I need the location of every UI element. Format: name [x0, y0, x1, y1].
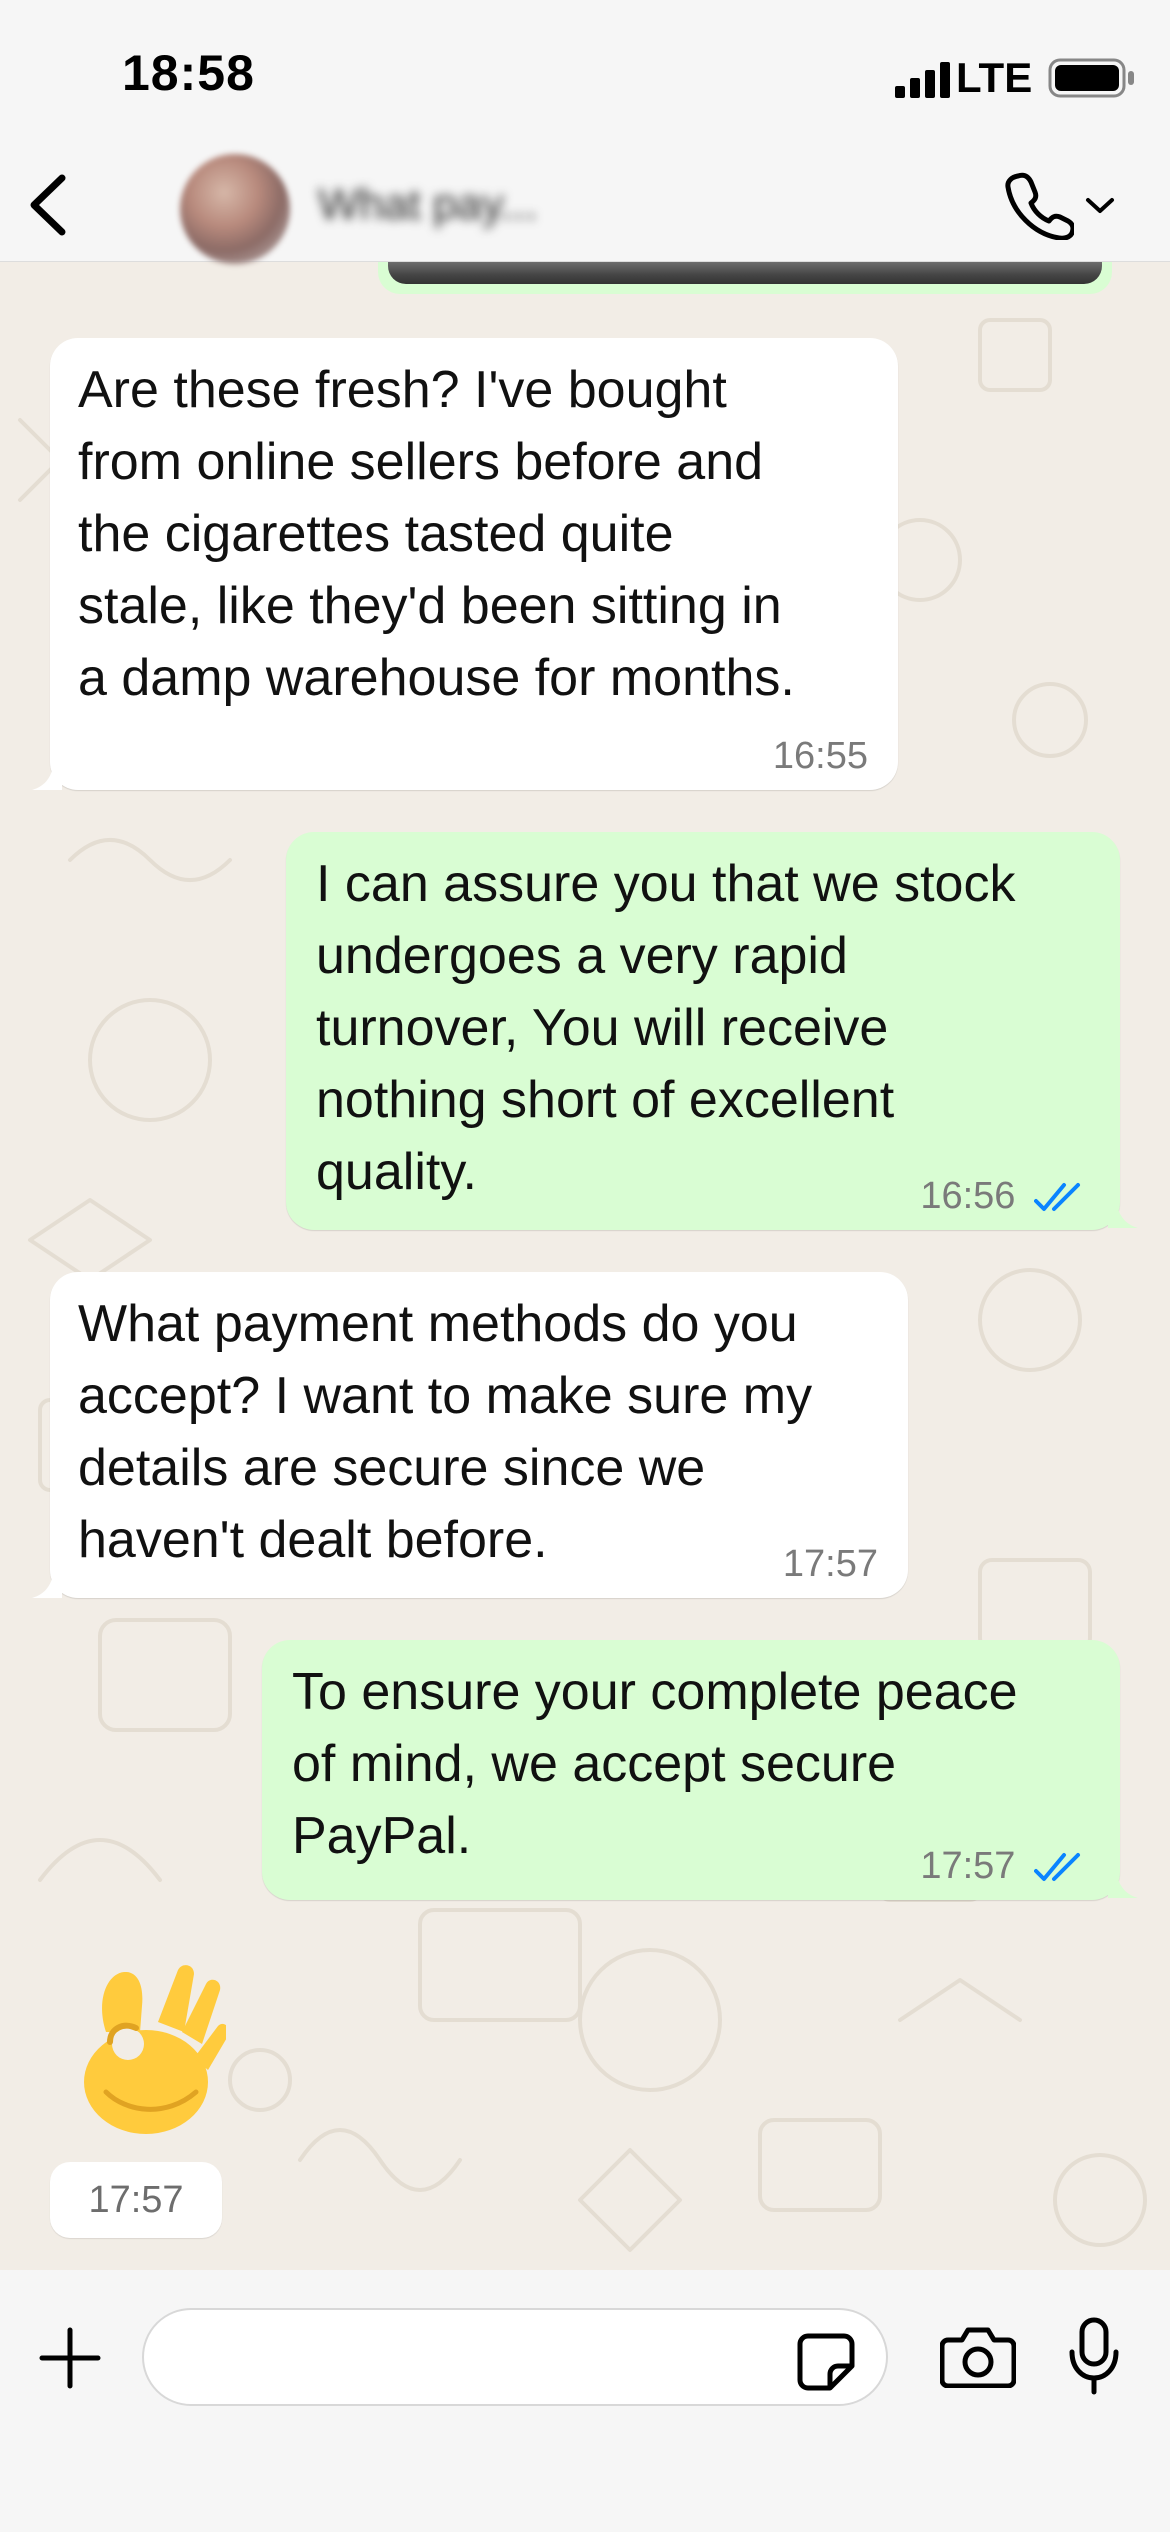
message-text: What payment methods do you accept? I wa… — [78, 1295, 813, 1569]
read-receipt-icon — [1034, 1852, 1080, 1881]
message-text: Are these fresh? I've bought from online… — [78, 361, 795, 707]
message-time: 17:57 — [50, 2162, 222, 2238]
sticker-icon[interactable] — [796, 2332, 856, 2392]
message-text: To ensure your complete peace of mind, w… — [292, 1663, 1018, 1865]
message-time: 17:57 — [920, 1845, 1016, 1887]
message-input[interactable] — [142, 2308, 888, 2406]
message-time: 17:57 — [782, 1543, 878, 1585]
message-time: 16:56 — [920, 1175, 1016, 1217]
network-label: LTE — [956, 54, 1033, 101]
message-text: I can assure you that we stock undergoes… — [316, 855, 1016, 1201]
battery-icon — [1048, 58, 1134, 98]
status-bar: 18:58 LTE — [0, 0, 1170, 150]
bubble-tail — [1108, 1200, 1138, 1228]
status-indicators: LTE — [870, 52, 1170, 102]
ok-hand-emoji[interactable] — [66, 1962, 226, 2142]
message-time: 16:55 — [772, 735, 868, 777]
chat-header: What pay... — [0, 150, 1170, 264]
signal-icon — [895, 62, 950, 98]
previous-image-message[interactable] — [378, 262, 1112, 294]
message-meta: 17:57 — [920, 1846, 1090, 1886]
message-bubble-incoming[interactable]: Are these fresh? I've bought from online… — [50, 338, 898, 790]
bubble-tail — [1108, 1870, 1138, 1898]
contact-name[interactable]: What pay... — [318, 180, 537, 230]
message-bubble-incoming[interactable]: What payment methods do you accept? I wa… — [50, 1272, 908, 1598]
phone-icon — [1005, 172, 1074, 240]
status-time: 18:58 — [122, 45, 255, 101]
chevron-left-icon[interactable] — [22, 170, 72, 240]
microphone-icon[interactable] — [1066, 2316, 1122, 2396]
message-meta: 16:56 — [920, 1176, 1090, 1216]
call-button[interactable] — [1004, 170, 1124, 250]
chevron-down-icon — [1086, 198, 1114, 213]
message-bubble-outgoing[interactable]: I can assure you that we stock undergoes… — [286, 832, 1120, 1230]
camera-icon[interactable] — [940, 2324, 1016, 2388]
message-composer — [0, 2270, 1170, 2532]
avatar[interactable] — [180, 154, 290, 264]
bubble-tail — [32, 1570, 62, 1598]
message-bubble-outgoing[interactable]: To ensure your complete peace of mind, w… — [262, 1640, 1120, 1900]
plus-icon[interactable] — [38, 2326, 102, 2390]
read-receipt-icon — [1034, 1182, 1080, 1211]
image-thumbnail — [388, 262, 1102, 284]
bubble-tail — [32, 762, 62, 790]
